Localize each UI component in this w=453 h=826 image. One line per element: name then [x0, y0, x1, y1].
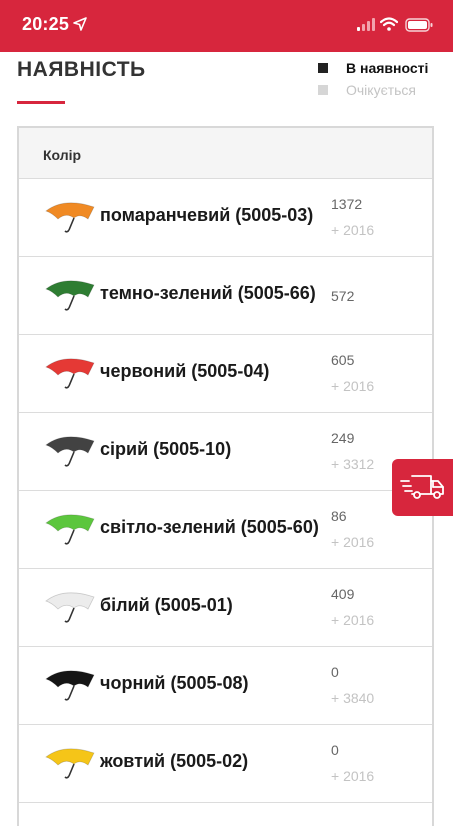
table-row[interactable]: темно-зелений (5005-66) 572: [19, 257, 432, 335]
expected-count: + 2016: [331, 534, 375, 550]
stock-count: 249: [331, 430, 355, 446]
availability-table: Колір помаранчевий (5005-03) 1372 + 2016 те…: [17, 126, 434, 826]
color-column-header: Колір: [43, 147, 82, 163]
status-time: 20:25: [22, 14, 70, 34]
color-label: світло-зелений (5005-60): [100, 517, 319, 537]
table-row[interactable]: жовтий (5005-02) 0 + 2016: [19, 725, 432, 803]
stock-count: 0: [331, 742, 339, 758]
table-header: Колір: [19, 128, 432, 179]
location-arrow-icon: [73, 17, 87, 31]
stock-count: 605: [331, 352, 355, 368]
umbrella-icon: [45, 748, 95, 779]
expected-count: + 2016: [331, 768, 375, 784]
table-row[interactable]: помаранчевий (5005-03) 1372 + 2016: [19, 179, 432, 257]
table-row[interactable]: чорний (5005-08) 0 + 3840: [19, 647, 432, 725]
battery-icon: [405, 18, 433, 32]
color-label: помаранчевий (5005-03): [100, 205, 314, 225]
expected-count: + 2016: [331, 222, 375, 238]
stock-count: 86: [331, 508, 347, 524]
legend-in-stock-label: В наявності: [346, 60, 429, 76]
stock-count: 0: [331, 664, 339, 680]
stock-count: 572: [331, 288, 355, 304]
table-row[interactable]: світло-зелений (5005-60) 86 + 2016: [19, 491, 432, 569]
signal-icon: [357, 18, 375, 31]
umbrella-icon: [45, 280, 95, 311]
umbrella-icon: [45, 592, 95, 623]
umbrella-icon: [45, 436, 95, 467]
umbrella-icon: [45, 202, 95, 233]
stock-count: 409: [331, 586, 355, 602]
wifi-icon: [380, 17, 398, 31]
umbrella-icon: [45, 514, 95, 545]
table-row[interactable]: білий (5005-01) 409 + 2016: [19, 569, 432, 647]
status-bar: 20:25: [0, 0, 453, 52]
in-stock-square-icon: [318, 63, 328, 73]
umbrella-icon: [45, 358, 95, 389]
umbrella-icon: [45, 670, 95, 701]
table-row[interactable]: червоний (5005-04) 605 + 2016: [19, 335, 432, 413]
color-label: сірий (5005-10): [100, 439, 232, 459]
availability-title: НАЯВНІСТЬ: [17, 58, 146, 81]
expected-count: + 3840: [331, 690, 375, 706]
color-label: червоний (5005-04): [100, 361, 270, 381]
color-label: білий (5005-01): [100, 595, 233, 615]
color-label: жовтий (5005-02): [100, 751, 249, 771]
expected-count: + 2016: [331, 378, 375, 394]
table-rows: помаранчевий (5005-03) 1372 + 2016 темно-зе…: [19, 179, 432, 803]
color-label: чорний (5005-08): [100, 673, 249, 693]
stock-count: 1372: [331, 196, 363, 212]
legend-expected-label: Очікується: [346, 82, 417, 98]
color-label: темно-зелений (5005-66): [100, 283, 316, 303]
table-row[interactable]: сірий (5005-10) 249 + 3312: [19, 413, 432, 491]
expected-count: + 2016: [331, 612, 375, 628]
expected-square-icon: [318, 85, 328, 95]
expected-count: + 3312: [331, 456, 375, 472]
title-underline: [17, 101, 65, 104]
delivery-truck-icon: [400, 475, 444, 499]
delivery-button[interactable]: [392, 459, 453, 516]
